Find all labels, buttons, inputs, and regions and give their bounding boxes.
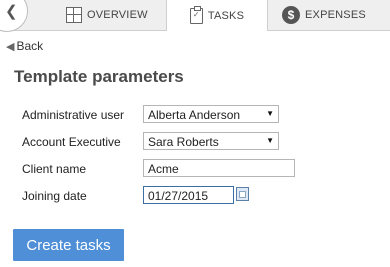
- clipboard-icon: [189, 5, 203, 24]
- create-tasks-button[interactable]: Create tasks: [13, 229, 124, 261]
- calendar-icon[interactable]: [236, 187, 249, 201]
- admin-user-row: Administrative user Alberta Anderson ▼: [22, 105, 390, 125]
- tab-bar: ❮ OVERVIEW TASKS $ EXPENSES: [0, 0, 390, 32]
- client-name-label: Client name: [22, 162, 87, 176]
- admin-user-label: Administrative user: [22, 108, 125, 122]
- back-link-label: Back: [16, 39, 44, 53]
- dollar-icon: $: [282, 6, 300, 24]
- client-name-input[interactable]: Acme: [143, 159, 295, 177]
- account-exec-value: Sara Roberts: [148, 135, 219, 149]
- nav-back-button[interactable]: ❮: [0, 0, 28, 32]
- grid-icon: [66, 7, 82, 23]
- client-name-row: Client name Acme: [22, 159, 390, 179]
- account-exec-row: Account Executive Sara Roberts ▼: [22, 132, 390, 152]
- tab-tasks-label: TASKS: [207, 9, 245, 22]
- joining-date-input[interactable]: 01/27/2015: [143, 186, 234, 204]
- back-link[interactable]: ◀ Back: [6, 39, 43, 53]
- dropdown-caret-icon: ▼: [266, 109, 274, 118]
- admin-user-value: Alberta Anderson: [148, 108, 241, 122]
- tab-expenses[interactable]: $ EXPENSES: [282, 0, 382, 30]
- tab-overview-label: OVERVIEW: [87, 9, 148, 21]
- page-title: Template parameters: [14, 67, 184, 86]
- joining-date-label: Joining date: [22, 189, 87, 203]
- dropdown-caret-icon: ▼: [266, 136, 274, 145]
- tab-expenses-label: EXPENSES: [305, 9, 366, 21]
- tab-tasks[interactable]: TASKS: [166, 0, 268, 31]
- admin-user-select[interactable]: Alberta Anderson ▼: [143, 105, 279, 123]
- account-exec-label: Account Executive: [22, 135, 121, 149]
- tab-overview[interactable]: OVERVIEW: [66, 0, 166, 30]
- chevron-left-icon: ❮: [5, 3, 18, 20]
- joining-date-row: Joining date 01/27/2015: [22, 186, 390, 206]
- account-exec-select[interactable]: Sara Roberts ▼: [143, 132, 279, 150]
- back-arrow-icon: ◀: [6, 40, 15, 53]
